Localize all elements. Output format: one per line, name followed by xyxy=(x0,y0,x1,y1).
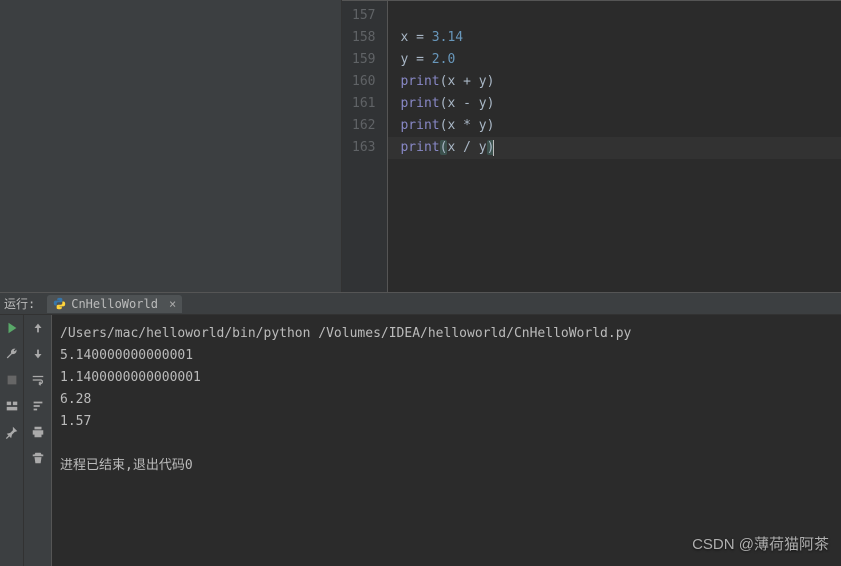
python-icon xyxy=(53,297,66,310)
code-line[interactable]: y = 2.0 xyxy=(400,49,841,71)
run-tab[interactable]: CnHelloWorld × xyxy=(47,295,182,313)
run-header: 运行: CnHelloWorld × xyxy=(0,293,841,315)
console-line: 5.140000000000001 xyxy=(60,345,833,367)
run-tab-label: CnHelloWorld xyxy=(71,297,158,311)
line-number: 162 xyxy=(352,115,375,137)
up-icon[interactable] xyxy=(31,321,45,335)
run-panel: 运行: CnHelloWorld × /Users/mac/helloworld… xyxy=(0,292,841,566)
project-sidebar xyxy=(0,0,342,292)
wrench-icon[interactable] xyxy=(5,347,19,361)
code-line[interactable]: print(x / y) xyxy=(400,137,841,159)
wrap-icon[interactable] xyxy=(31,373,45,387)
console-line: 进程已结束,退出代码0 xyxy=(60,455,833,477)
code-line[interactable]: print(x - y) xyxy=(400,93,841,115)
line-number: 160 xyxy=(352,71,375,93)
code-editor[interactable]: 157158159160161162163 x = 3.14y = 2.0pri… xyxy=(342,0,841,292)
line-gutter: 157158159160161162163 xyxy=(342,1,388,292)
run-toolbar-right xyxy=(24,315,52,566)
console-line xyxy=(60,433,833,455)
line-number: 158 xyxy=(352,27,375,49)
code-line[interactable] xyxy=(400,5,841,27)
line-number: 163 xyxy=(352,137,375,159)
print-icon[interactable] xyxy=(31,425,45,439)
console-line: 6.28 xyxy=(60,389,833,411)
layout-icon[interactable] xyxy=(5,399,19,413)
down-icon[interactable] xyxy=(31,347,45,361)
console-output[interactable]: /Users/mac/helloworld/bin/python /Volume… xyxy=(52,315,841,566)
console-line: 1.1400000000000001 xyxy=(60,367,833,389)
pin-icon[interactable] xyxy=(5,425,19,439)
run-label: 运行: xyxy=(4,295,35,312)
console-line: 1.57 xyxy=(60,411,833,433)
line-number: 157 xyxy=(352,5,375,27)
trash-icon[interactable] xyxy=(31,451,45,465)
console-line: /Users/mac/helloworld/bin/python /Volume… xyxy=(60,323,833,345)
close-icon[interactable]: × xyxy=(169,297,176,311)
watermark: CSDN @薄荷猫阿茶 xyxy=(692,533,829,554)
code-line[interactable]: print(x * y) xyxy=(400,115,841,137)
code-line[interactable]: print(x + y) xyxy=(400,71,841,93)
sort-icon[interactable] xyxy=(31,399,45,413)
line-number: 161 xyxy=(352,93,375,115)
stop-icon[interactable] xyxy=(5,373,19,387)
play-icon[interactable] xyxy=(5,321,19,335)
line-number: 159 xyxy=(352,49,375,71)
run-toolbar-left xyxy=(0,315,24,566)
code-line[interactable]: x = 3.14 xyxy=(400,27,841,49)
code-area[interactable]: x = 3.14y = 2.0print(x + y)print(x - y)p… xyxy=(388,1,841,292)
